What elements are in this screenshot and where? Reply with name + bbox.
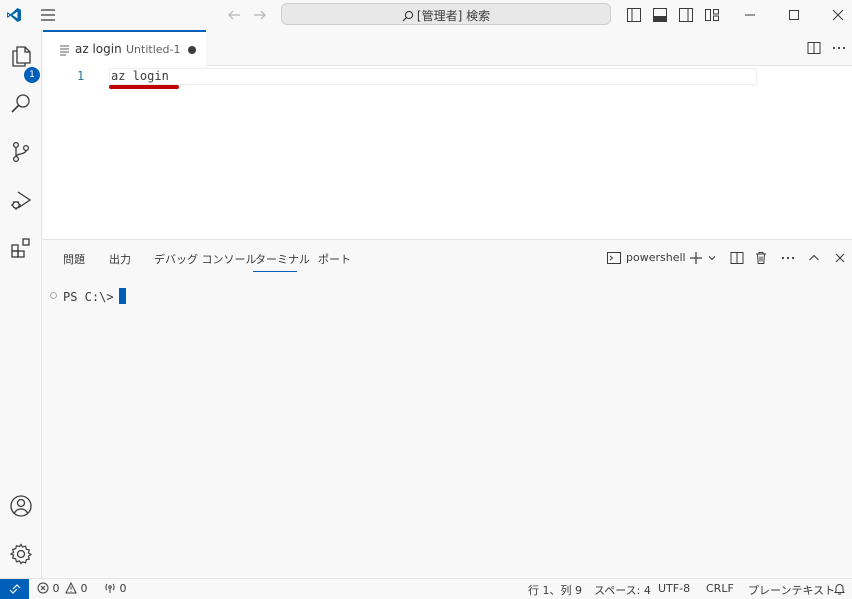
active-tab-indicator [253, 271, 297, 272]
editor-tab[interactable]: az login Untitled-1 [43, 30, 206, 66]
chevron-down-icon[interactable] [707, 253, 717, 263]
ports-count: 0 [119, 582, 127, 595]
panel-more-icon[interactable] [781, 251, 795, 265]
line-number: 1 [77, 69, 85, 83]
new-terminal-plus-icon[interactable] [689, 251, 703, 265]
cursor-position[interactable]: 行 1、列 9 [528, 582, 582, 598]
editor-tab-bar: az login Untitled-1 [43, 30, 852, 66]
explorer-badge: 1 [24, 67, 40, 83]
toggle-secondary-sidebar-icon[interactable] [678, 7, 694, 23]
command-center-search[interactable]: [管理者] 検索 [281, 3, 611, 25]
maximize-panel-chevron-up-icon[interactable] [807, 251, 821, 265]
terminal-icon [607, 251, 621, 265]
accounts-icon[interactable] [5, 490, 37, 522]
terminal-name[interactable]: powershell [626, 251, 686, 264]
terminal-prompt: PS C:\> [63, 290, 114, 304]
maximize-window-icon[interactable] [786, 7, 802, 23]
warning-count: 0 [80, 582, 88, 595]
eol-status[interactable]: CRLF [706, 582, 734, 595]
close-panel-icon[interactable] [833, 251, 847, 265]
tab-problems[interactable]: 問題 [63, 251, 85, 267]
ports-status[interactable]: 0 [104, 582, 127, 595]
command-decoration-icon[interactable] [50, 292, 57, 299]
split-editor-icon[interactable] [807, 41, 821, 55]
tab-ports[interactable]: ポート [318, 251, 351, 267]
extensions-icon[interactable] [5, 232, 37, 264]
code-text[interactable]: az login [111, 69, 169, 83]
broadcast-icon [104, 582, 116, 594]
toggle-panel-icon[interactable] [652, 7, 668, 23]
search-sidebar-icon[interactable] [5, 88, 37, 120]
title-bar: [管理者] 検索 [0, 0, 852, 30]
status-bar: 0 0 0 行 1、列 9 スペース: 4 UTF-8 CRLF プレーンテキス… [0, 578, 852, 599]
unsaved-dot-icon[interactable] [188, 46, 196, 54]
search-icon [402, 10, 414, 22]
menu-icon[interactable] [40, 8, 56, 22]
activity-bar: 1 [0, 30, 42, 578]
tab-terminal[interactable]: ターミナル [255, 251, 310, 267]
manage-gear-icon[interactable] [5, 538, 37, 570]
search-label: [管理者] 検索 [416, 9, 491, 23]
run-and-debug-icon[interactable] [5, 184, 37, 216]
tab-output[interactable]: 出力 [109, 251, 131, 267]
tab-description: Untitled-1 [126, 43, 181, 56]
split-terminal-icon[interactable] [730, 251, 744, 265]
tab-debug-console[interactable]: デバッグ コンソール [154, 251, 257, 267]
warning-icon [65, 582, 77, 594]
error-squiggle [109, 85, 179, 89]
remote-indicator-icon[interactable] [0, 579, 29, 599]
close-window-icon[interactable] [830, 7, 846, 23]
bottom-panel: 問題 出力 デバッグ コンソール ターミナル ポート powershell PS… [43, 239, 852, 578]
vscode-logo-icon [6, 7, 22, 23]
toggle-primary-sidebar-icon[interactable] [626, 7, 642, 23]
explorer-icon[interactable]: 1 [5, 40, 40, 83]
customize-layout-icon[interactable] [704, 7, 720, 23]
indentation-status[interactable]: スペース: 4 [594, 582, 651, 598]
source-control-icon[interactable] [5, 136, 37, 168]
current-line-highlight [109, 68, 757, 85]
problems-status[interactable]: 0 0 [37, 582, 88, 595]
notifications-bell-icon[interactable] [833, 582, 846, 595]
tab-title: az login [75, 42, 122, 56]
forward-arrow-icon[interactable] [253, 8, 267, 22]
back-arrow-icon[interactable] [227, 8, 241, 22]
encoding-status[interactable]: UTF-8 [658, 582, 690, 595]
error-icon [37, 582, 49, 594]
editor-area[interactable]: 1 az login [43, 66, 852, 239]
minimize-window-icon[interactable] [742, 7, 758, 23]
more-actions-icon[interactable] [832, 41, 846, 55]
terminal-cursor [119, 288, 126, 304]
error-count: 0 [52, 582, 60, 595]
trash-icon[interactable] [754, 251, 768, 265]
text-file-icon [59, 44, 71, 56]
language-mode[interactable]: プレーンテキスト [748, 582, 835, 598]
